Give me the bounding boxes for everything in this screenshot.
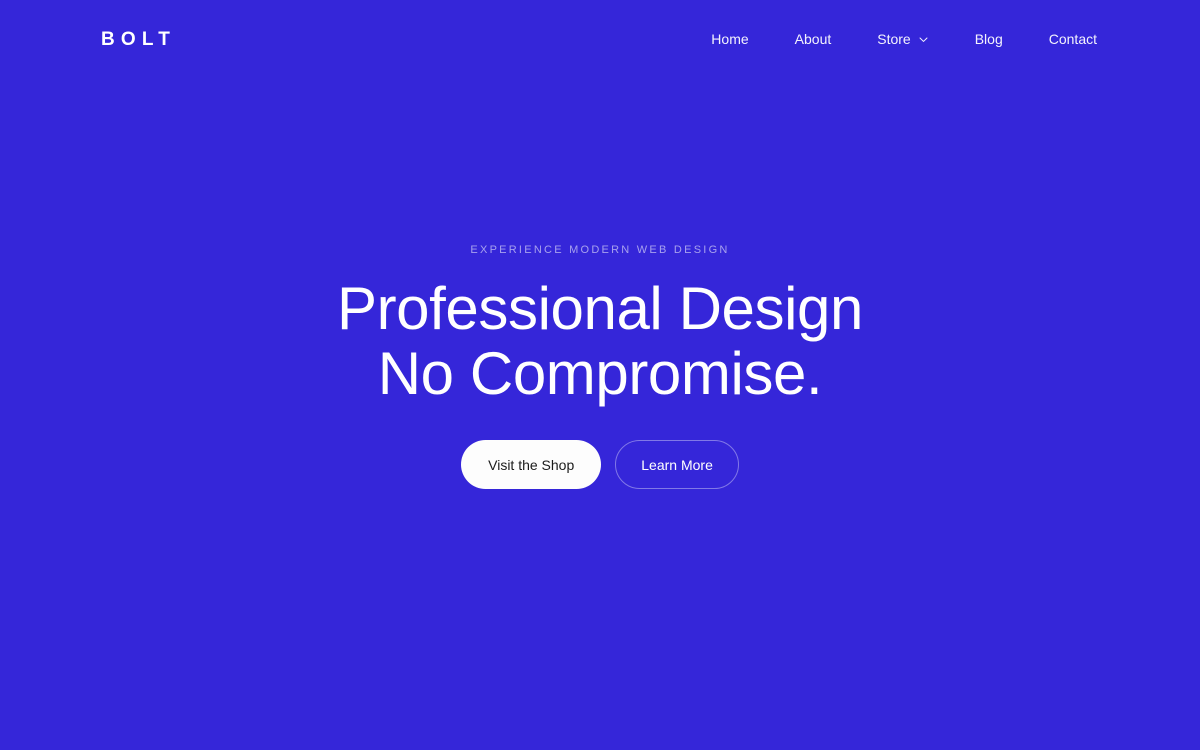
hero-cta-group: Visit the Shop Learn More [461,440,739,490]
nav-item-contact[interactable]: Contact [1049,24,1097,54]
nav-item-label: About [794,31,832,47]
nav-item-store[interactable]: Store [877,24,928,54]
hero-section: EXPERIENCE MODERN WEB DESIGN Professiona… [0,78,1200,750]
nav-item-about[interactable]: About [795,24,832,54]
hero-eyebrow: EXPERIENCE MODERN WEB DESIGN [470,243,730,256]
visit-shop-button[interactable]: Visit the Shop [461,440,602,490]
main-navigation: Home About Store Blog Contact [711,24,1097,54]
landing-page: BOLT Home About Store Blog Contact EXPER… [0,0,1200,750]
nav-item-blog[interactable]: Blog [975,24,1003,54]
chevron-down-icon [918,34,929,45]
nav-item-label: Blog [974,31,1003,47]
site-header: BOLT Home About Store Blog Contact [0,0,1200,78]
hero-headline-line-1: Professional Design [336,274,863,342]
nav-item-home[interactable]: Home [711,24,748,54]
hero-headline: Professional Design No Compromise. [336,274,863,407]
hero-headline-line-2: No Compromise. [377,339,823,407]
nav-item-label: Home [711,31,749,47]
brand-logo[interactable]: BOLT [101,30,176,49]
nav-item-label: Contact [1048,31,1097,47]
learn-more-button[interactable]: Learn More [615,440,739,490]
nav-item-label: Store [877,31,911,47]
